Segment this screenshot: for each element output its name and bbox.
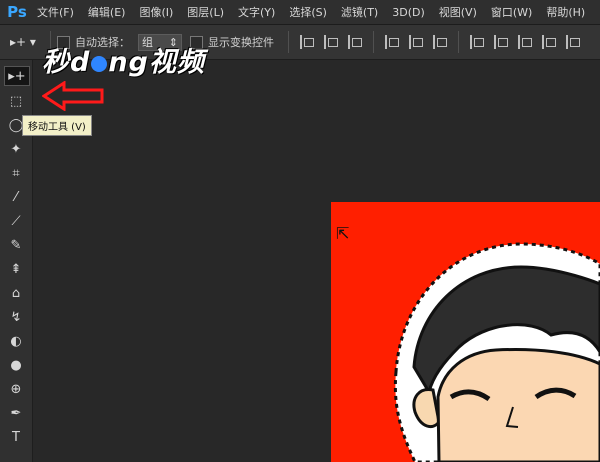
pen-icon[interactable]: ✒	[4, 404, 28, 422]
eyedropper-icon[interactable]: ⁄	[4, 188, 28, 206]
distribute-middle-icon[interactable]	[566, 35, 580, 49]
watermark-logo: 秒d ng视频	[42, 40, 205, 79]
history-brush-icon[interactable]: ⌂	[4, 284, 28, 302]
menu-3d[interactable]: 3D(D)	[385, 6, 432, 19]
watermark-suffix: ng视频	[108, 47, 205, 78]
tool-tooltip: 移动工具 (V)	[22, 115, 92, 136]
align-left-icon[interactable]	[385, 35, 399, 49]
menu-filter[interactable]: 滤镜(T)	[334, 4, 385, 20]
distribute-top-icon[interactable]	[470, 35, 484, 49]
menu-help[interactable]: 帮助(H)	[539, 4, 592, 20]
dodge-icon[interactable]: ⊕	[4, 380, 28, 398]
play-icon	[91, 55, 108, 72]
move-tool-preset-icon[interactable]: ▸+ ▾	[10, 31, 44, 53]
show-transform-label: 显示变换控件	[208, 36, 274, 49]
align-right-icon[interactable]	[433, 35, 447, 49]
menu-type[interactable]: 文字(Y)	[231, 4, 282, 20]
divider	[373, 31, 374, 53]
eraser-icon[interactable]: ↯	[4, 308, 28, 326]
menu-bar: Ps 文件(F) 编辑(E) 图像(I) 图层(L) 文字(Y) 选择(S) 滤…	[0, 0, 600, 25]
blur-icon[interactable]: ●	[4, 356, 28, 374]
menu-layer[interactable]: 图层(L)	[180, 4, 231, 20]
red-pointer-arrow-icon	[42, 81, 104, 111]
menu-image[interactable]: 图像(I)	[132, 4, 180, 20]
align-vertical-center-icon[interactable]	[324, 35, 338, 49]
photoshop-logo: Ps	[7, 3, 27, 21]
align-horizontal-center-icon[interactable]	[409, 35, 423, 49]
menu-select[interactable]: 选择(S)	[282, 4, 334, 20]
divider	[458, 31, 459, 53]
quick-selection-icon[interactable]: ✦	[4, 140, 28, 158]
healing-brush-icon[interactable]: ⟋	[4, 212, 28, 230]
move-tool-icon[interactable]: ▸+	[4, 66, 30, 86]
gradient-icon[interactable]: ◐	[4, 332, 28, 350]
menu-edit[interactable]: 编辑(E)	[81, 4, 133, 20]
move-cursor-icon: ⇱	[336, 224, 350, 243]
menu-window[interactable]: 窗口(W)	[484, 4, 539, 20]
cartoon-boy-illustration	[393, 242, 600, 462]
align-top-icon[interactable]	[300, 35, 314, 49]
distribute-bottom-icon[interactable]	[518, 35, 532, 49]
menu-file[interactable]: 文件(F)	[30, 4, 81, 20]
brush-icon[interactable]: ✎	[4, 236, 28, 254]
menu-view[interactable]: 视图(V)	[432, 4, 484, 20]
watermark-prefix: 秒	[42, 47, 70, 78]
watermark-middle: d	[70, 47, 91, 78]
rectangular-marquee-icon[interactable]: ⬚	[4, 92, 28, 110]
canvas-image[interactable]	[331, 202, 600, 462]
divider	[288, 31, 289, 53]
clone-stamp-icon[interactable]: ⇞	[4, 260, 28, 278]
crop-icon[interactable]: ⌗	[4, 164, 28, 182]
align-bottom-icon[interactable]	[348, 35, 362, 49]
distribute-center-icon[interactable]	[494, 35, 508, 49]
type-tool-icon[interactable]: T	[4, 428, 28, 446]
distribute-left-icon[interactable]	[542, 35, 556, 49]
